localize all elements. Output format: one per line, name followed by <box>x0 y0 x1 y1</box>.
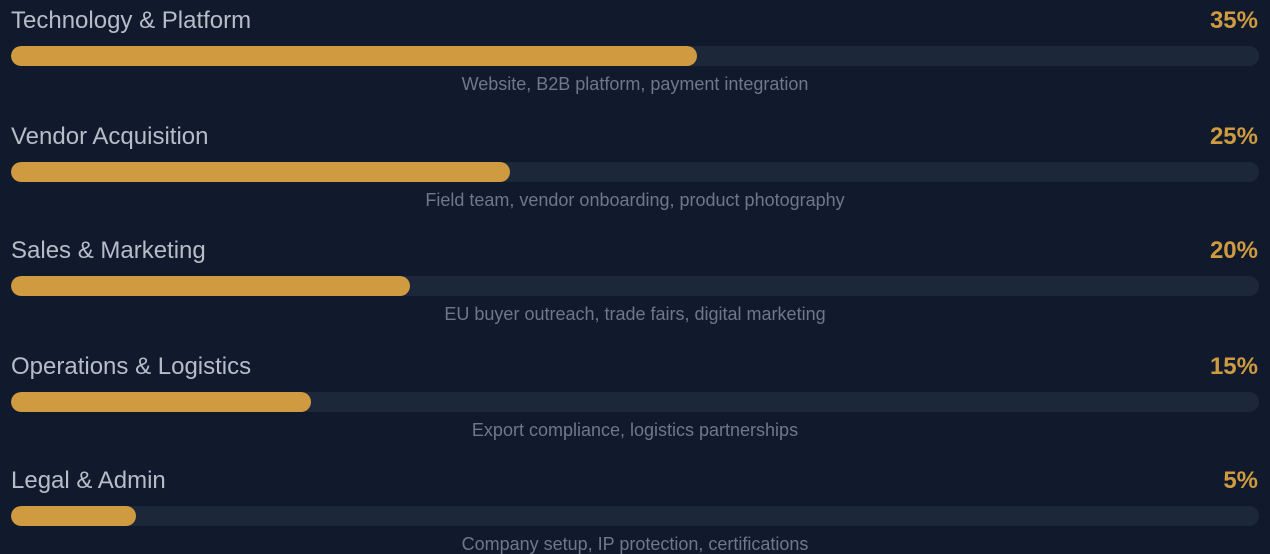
allocation-list: Technology & Platform 35% Website, B2B p… <box>0 0 1270 554</box>
progress-fill <box>11 46 698 66</box>
allocation-item-operations-logistics: Operations & Logistics 15% Export compli… <box>0 346 1270 458</box>
allocation-percent: 25% <box>1209 123 1258 150</box>
progress-fill <box>11 392 311 412</box>
allocation-item-sales-marketing: Sales & Marketing 20% EU buyer outreach,… <box>0 230 1270 342</box>
allocation-label: Operations & Logistics <box>11 353 252 380</box>
allocation-description: Company setup, IP protection, certificat… <box>461 534 809 554</box>
allocation-item-vendor-acquisition: Vendor Acquisition 25% Field team, vendo… <box>0 116 1270 228</box>
allocation-percent: 35% <box>1209 7 1258 34</box>
allocation-description: Export compliance, logistics partnership… <box>471 420 799 440</box>
allocation-percent: 15% <box>1209 353 1258 380</box>
allocation-item-technology-platform: Technology & Platform 35% Website, B2B p… <box>0 0 1270 112</box>
allocation-percent: 5% <box>1223 467 1258 494</box>
allocation-item-legal-admin: Legal & Admin 5% Company setup, IP prote… <box>0 460 1270 554</box>
allocation-label: Vendor Acquisition <box>11 123 209 150</box>
progress-track <box>11 506 1259 526</box>
allocation-description: EU buyer outreach, trade fairs, digital … <box>444 304 826 324</box>
progress-track <box>11 276 1259 296</box>
allocation-label: Legal & Admin <box>11 467 166 494</box>
progress-track <box>11 162 1259 182</box>
allocation-description: Website, B2B platform, payment integrati… <box>461 74 809 94</box>
progress-track <box>11 392 1259 412</box>
allocation-description: Field team, vendor onboarding, product p… <box>425 190 845 210</box>
progress-fill <box>11 162 511 182</box>
allocation-percent: 20% <box>1209 237 1258 264</box>
allocation-label: Sales & Marketing <box>11 237 206 264</box>
progress-fill <box>11 276 411 296</box>
allocation-label: Technology & Platform <box>11 7 252 34</box>
progress-fill <box>11 506 136 526</box>
progress-track <box>11 46 1259 66</box>
